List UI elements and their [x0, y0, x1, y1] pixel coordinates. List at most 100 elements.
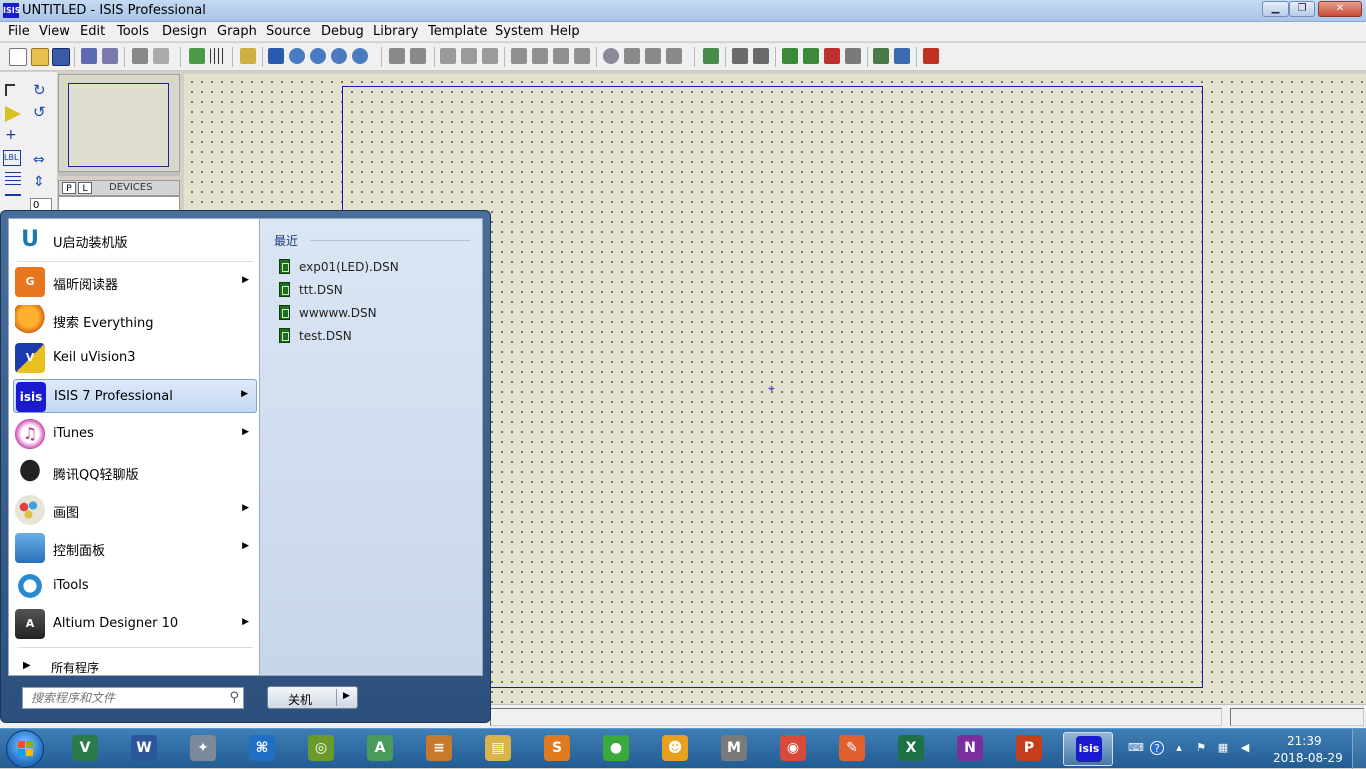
taskbar-button[interactable]: ▤	[473, 732, 523, 766]
new-sheet-icon[interactable]	[782, 48, 798, 64]
menu-source[interactable]: Source	[266, 24, 311, 39]
clock-date[interactable]: 2018-08-29	[1273, 751, 1343, 765]
import-icon[interactable]	[81, 48, 97, 64]
electrical-rules-check-icon[interactable]	[894, 48, 910, 64]
clock-time[interactable]: 21:39	[1287, 734, 1322, 748]
taskbar-button[interactable]: ⌘	[237, 732, 287, 766]
block-move-icon[interactable]	[532, 48, 548, 64]
start-item-itunes[interactable]: ♫ iTunes ▶	[13, 417, 257, 451]
taskbar-button[interactable]: ◉	[768, 732, 818, 766]
start-item-foxit[interactable]: G 福昕阅读器 ▶	[13, 265, 257, 299]
taskbar-button[interactable]: ≡	[414, 732, 464, 766]
menu-graph[interactable]: Graph	[217, 24, 257, 39]
block-copy-icon[interactable]	[511, 48, 527, 64]
start-button[interactable]	[6, 730, 44, 768]
menu-help[interactable]: Help	[550, 24, 580, 39]
taskbar-button[interactable]: S	[532, 732, 582, 766]
search-tag-icon[interactable]	[732, 48, 748, 64]
x-mirror-icon[interactable]: ⇔	[33, 152, 49, 168]
origin-icon[interactable]	[240, 48, 256, 64]
component-mode-icon[interactable]	[5, 106, 21, 122]
recent-item[interactable]: wwwww.DSN	[274, 303, 474, 323]
menu-debug[interactable]: Debug	[321, 24, 364, 39]
help-icon[interactable]: ?	[1150, 741, 1164, 755]
redo-icon[interactable]	[410, 48, 426, 64]
packaging-icon[interactable]	[645, 48, 661, 64]
selection-mode-icon[interactable]	[5, 84, 15, 96]
taskbar-button[interactable]: N	[945, 732, 995, 766]
start-item-control-panel[interactable]: 控制面板 ▶	[13, 531, 257, 565]
decompose-icon[interactable]	[666, 48, 682, 64]
undo-icon[interactable]	[389, 48, 405, 64]
action-center-flag-icon[interactable]: ⚑	[1194, 741, 1208, 755]
add-sheet-icon[interactable]	[803, 48, 819, 64]
close-button[interactable]: ✕	[1318, 1, 1362, 17]
rotate-anticlockwise-icon[interactable]: ↺	[33, 104, 49, 120]
overview-splitter[interactable]	[58, 172, 180, 176]
taskbar-button[interactable]: isis	[1063, 732, 1113, 766]
start-search-input[interactable]	[23, 688, 221, 707]
make-device-icon[interactable]	[624, 48, 640, 64]
taskbar-button[interactable]: V	[60, 732, 110, 766]
y-mirror-icon[interactable]: ⇕	[33, 174, 49, 190]
wire-label-icon[interactable]: LBL	[3, 150, 21, 166]
show-hidden-icons-arrow-icon[interactable]: ▴	[1172, 741, 1186, 755]
zoom-all-icon[interactable]	[331, 48, 347, 64]
print-icon[interactable]	[132, 48, 148, 64]
minimize-button[interactable]: ▁	[1262, 1, 1289, 17]
start-item-itools[interactable]: iTools	[13, 569, 257, 603]
volume-icon[interactable]: ◀	[1238, 741, 1252, 755]
taskbar-button[interactable]: M	[709, 732, 759, 766]
remove-sheet-icon[interactable]	[824, 48, 840, 64]
network-icon[interactable]: ▦	[1216, 741, 1230, 755]
library-manager-button[interactable]: L	[78, 182, 92, 194]
bill-of-materials-icon[interactable]	[873, 48, 889, 64]
taskbar-button[interactable]: ✎	[827, 732, 877, 766]
taskbar-button[interactable]: X	[886, 732, 936, 766]
shutdown-button[interactable]: 关机 ▶	[267, 686, 358, 709]
menu-design[interactable]: Design	[162, 24, 207, 39]
save-icon[interactable]	[52, 48, 70, 66]
taskbar-button[interactable]: W	[119, 732, 169, 766]
start-item-u-start[interactable]: U U启动装机版	[13, 223, 257, 257]
zoom-out-icon[interactable]	[310, 48, 326, 64]
zoom-area-icon[interactable]	[352, 48, 368, 64]
start-item-altium[interactable]: A Altium Designer 10 ▶	[13, 607, 257, 641]
menu-edit[interactable]: Edit	[80, 24, 105, 39]
property-tool-icon[interactable]	[753, 48, 769, 64]
block-rotate-icon[interactable]	[553, 48, 569, 64]
start-item-paint[interactable]: 画图 ▶	[13, 493, 257, 527]
all-programs-button[interactable]: ▶ 所有程序	[15, 657, 255, 677]
wire-autorouter-icon[interactable]	[703, 48, 719, 64]
taskbar-button[interactable]: ◎	[296, 732, 346, 766]
recent-item[interactable]: ttt.DSN	[274, 280, 474, 300]
pick-devices-button[interactable]: P	[62, 182, 76, 194]
menu-tools[interactable]: Tools	[117, 24, 149, 39]
taskbar-button[interactable]: P	[1004, 732, 1054, 766]
overview-window[interactable]	[58, 74, 180, 172]
junction-dot-icon[interactable]: +	[5, 128, 21, 144]
start-item-qq[interactable]: 腾讯QQ轻聊版	[13, 455, 257, 489]
exit-to-parent-icon[interactable]	[845, 48, 861, 64]
block-delete-icon[interactable]	[574, 48, 590, 64]
menu-view[interactable]: View	[39, 24, 70, 39]
recent-item[interactable]: test.DSN	[274, 326, 474, 346]
text-script-icon[interactable]	[5, 172, 21, 188]
show-desktop-button[interactable]	[1352, 729, 1366, 769]
rotate-clockwise-icon[interactable]: ↻	[33, 82, 49, 98]
refresh-icon[interactable]	[189, 48, 205, 64]
taskbar-button[interactable]: A	[355, 732, 405, 766]
recent-item[interactable]: exp01(LED).DSN	[274, 257, 474, 277]
new-file-icon[interactable]	[9, 48, 27, 66]
taskbar-button[interactable]: ☻	[650, 732, 700, 766]
menu-system[interactable]: System	[495, 24, 543, 39]
start-item-keil[interactable]: V Keil uVision3	[13, 341, 257, 375]
copy-icon[interactable]	[461, 48, 477, 64]
export-icon[interactable]	[102, 48, 118, 64]
pick-device-icon[interactable]	[603, 48, 619, 64]
start-item-everything[interactable]: 搜索 Everything	[13, 303, 257, 337]
taskbar-button[interactable]: ✦	[178, 732, 228, 766]
open-folder-icon[interactable]	[31, 48, 49, 66]
shutdown-options-arrow-icon[interactable]: ▶	[343, 691, 350, 701]
start-search-box[interactable]: ⚲	[22, 687, 244, 709]
